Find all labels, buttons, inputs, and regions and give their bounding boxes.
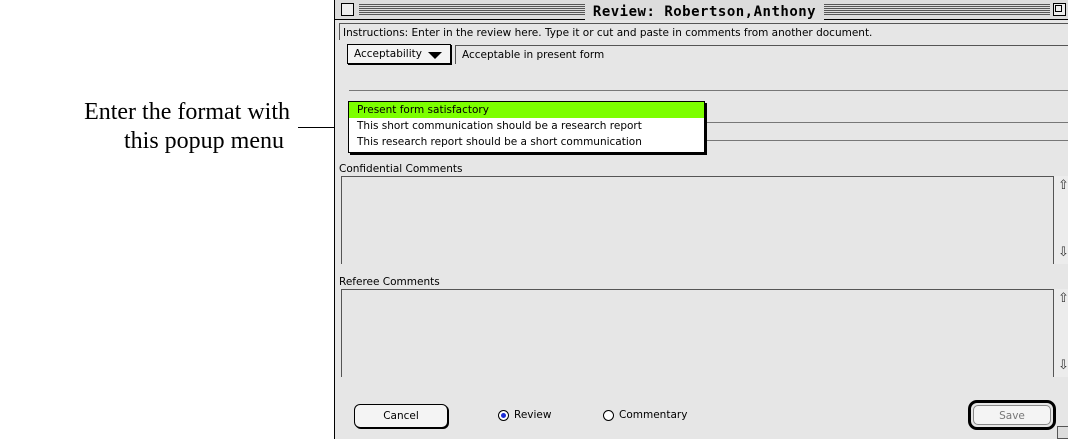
- acceptability-popup-menu: Present form satisfactory This short com…: [348, 101, 705, 153]
- scroll-down-arrow-icon[interactable]: ⇩: [1058, 359, 1068, 372]
- acceptability-popup-label: Acceptability: [354, 48, 422, 60]
- referee-scrollbar[interactable]: ⇧ ⇩: [1053, 289, 1068, 377]
- popup-arrow-icon: [428, 52, 442, 59]
- radio-unselected-icon: [603, 409, 614, 421]
- save-button[interactable]: Save: [968, 400, 1056, 430]
- review-radio[interactable]: Review: [498, 409, 551, 421]
- title-bar[interactable]: Review: Robertson,Anthony: [335, 0, 1068, 20]
- callout-line-1: Enter the format with: [84, 99, 290, 125]
- menu-item-make-research-report[interactable]: This short communication should be a res…: [349, 118, 704, 134]
- save-button-label: Save: [973, 405, 1051, 425]
- review-radio-label: Review: [514, 409, 552, 421]
- confidential-comments-label: Confidential Comments: [339, 163, 463, 175]
- commentary-radio[interactable]: Commentary: [603, 409, 687, 421]
- acceptability-value-field[interactable]: Acceptable in present form: [455, 45, 1068, 64]
- cancel-button[interactable]: Cancel: [354, 404, 448, 428]
- confidential-scrollbar[interactable]: ⇧ ⇩: [1053, 176, 1068, 264]
- radio-selected-icon: [498, 409, 509, 421]
- resize-grip-icon[interactable]: [1057, 426, 1068, 439]
- commentary-radio-label: Commentary: [619, 409, 688, 421]
- menu-item-make-short-communication[interactable]: This research report should be a short c…: [349, 134, 704, 150]
- divider: [349, 90, 1068, 91]
- referee-comments-field[interactable]: [341, 289, 1053, 377]
- review-window: Review: Robertson,Anthony Instructions: …: [334, 0, 1068, 439]
- confidential-comments-field[interactable]: [341, 176, 1053, 264]
- scroll-up-arrow-icon[interactable]: ⇧: [1058, 179, 1068, 192]
- menu-item-present-form[interactable]: Present form satisfactory: [349, 102, 704, 118]
- scroll-down-arrow-icon[interactable]: ⇩: [1058, 246, 1068, 259]
- window-title: Review: Robertson,Anthony: [584, 4, 825, 20]
- callout-line-2: this popup menu: [124, 128, 284, 154]
- referee-comments-label: Referee Comments: [339, 276, 440, 288]
- instructions-text: Instructions: Enter in the review here. …: [339, 23, 1068, 40]
- callout-annotation: Enter the format with this popup menu: [0, 98, 290, 156]
- acceptability-popup-button[interactable]: Acceptability: [347, 44, 451, 64]
- zoom-box-icon[interactable]: [1053, 3, 1066, 16]
- scroll-up-arrow-icon[interactable]: ⇧: [1058, 292, 1068, 305]
